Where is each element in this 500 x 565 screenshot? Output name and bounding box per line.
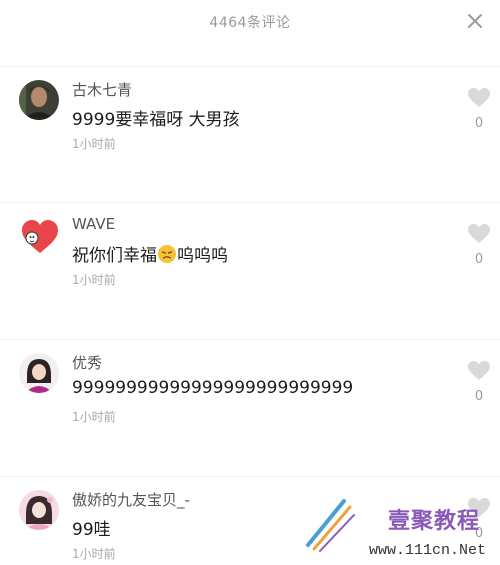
- heart-icon: [468, 361, 490, 380]
- comment-item: 古木七青 9999要幸福呀 大男孩 1小时前 0: [0, 67, 500, 203]
- user-avatar-man: [19, 80, 59, 120]
- sad-face-emoji-icon: [158, 245, 176, 263]
- comment-count-title: 4464条评论: [209, 15, 291, 31]
- like-count: 0: [474, 389, 484, 404]
- comment-time: 1小时前: [72, 273, 116, 287]
- comment-time: 1小时前: [72, 137, 116, 151]
- heart-icon: [468, 88, 490, 107]
- site-watermark: 壹聚教程 www.111cn.Net: [304, 493, 494, 563]
- comment-item: WAVE 祝你们幸福 呜呜呜 1小时前 0: [0, 203, 500, 340]
- like-count: 0: [474, 116, 484, 131]
- comments-sheet: 4464条评论 古木七青 9999要幸福呀 大男孩 1小时前 0 WAVE 祝你…: [0, 0, 500, 565]
- user-avatar-girl-pink: [19, 490, 59, 530]
- comment-username[interactable]: 傲娇的九友宝贝_-: [72, 489, 190, 510]
- like-button[interactable]: 0: [466, 87, 492, 131]
- like-count: 0: [474, 252, 484, 267]
- avatar[interactable]: [19, 353, 59, 393]
- comment-text-before-emoji: 祝你们幸福: [72, 246, 157, 266]
- comments-header: 4464条评论: [0, 0, 500, 44]
- close-button[interactable]: [464, 10, 486, 32]
- like-button[interactable]: 0: [466, 223, 492, 267]
- comment-text: 祝你们幸福 呜呜呜: [72, 241, 228, 266]
- comment-text: 99999999999999999999999999: [72, 378, 354, 398]
- comment-item: 优秀 99999999999999999999999999 1小时前 0: [0, 340, 500, 477]
- comment-username[interactable]: 优秀: [72, 352, 102, 373]
- comment-username[interactable]: 古木七青: [72, 79, 132, 100]
- comment-text-after-emoji: 呜呜呜: [177, 246, 228, 266]
- comment-username[interactable]: WAVE: [72, 215, 115, 233]
- like-button[interactable]: 0: [466, 360, 492, 404]
- close-icon: [468, 14, 482, 28]
- comment-time: 1小时前: [72, 547, 116, 561]
- watermark-brand: 壹聚教程: [387, 509, 480, 534]
- avatar[interactable]: [19, 216, 61, 256]
- comment-text: 9999要幸福呀 大男孩: [72, 110, 240, 130]
- user-avatar-heart: [19, 216, 61, 256]
- heart-icon: [468, 224, 490, 243]
- user-avatar-girl: [19, 353, 59, 393]
- pen-stroke-logo-icon: [306, 499, 355, 552]
- watermark-url: www.111cn.Net: [368, 542, 486, 559]
- comment-text: 99哇: [72, 520, 111, 540]
- avatar[interactable]: [19, 80, 59, 120]
- avatar[interactable]: [19, 490, 59, 530]
- comment-time: 1小时前: [72, 410, 116, 424]
